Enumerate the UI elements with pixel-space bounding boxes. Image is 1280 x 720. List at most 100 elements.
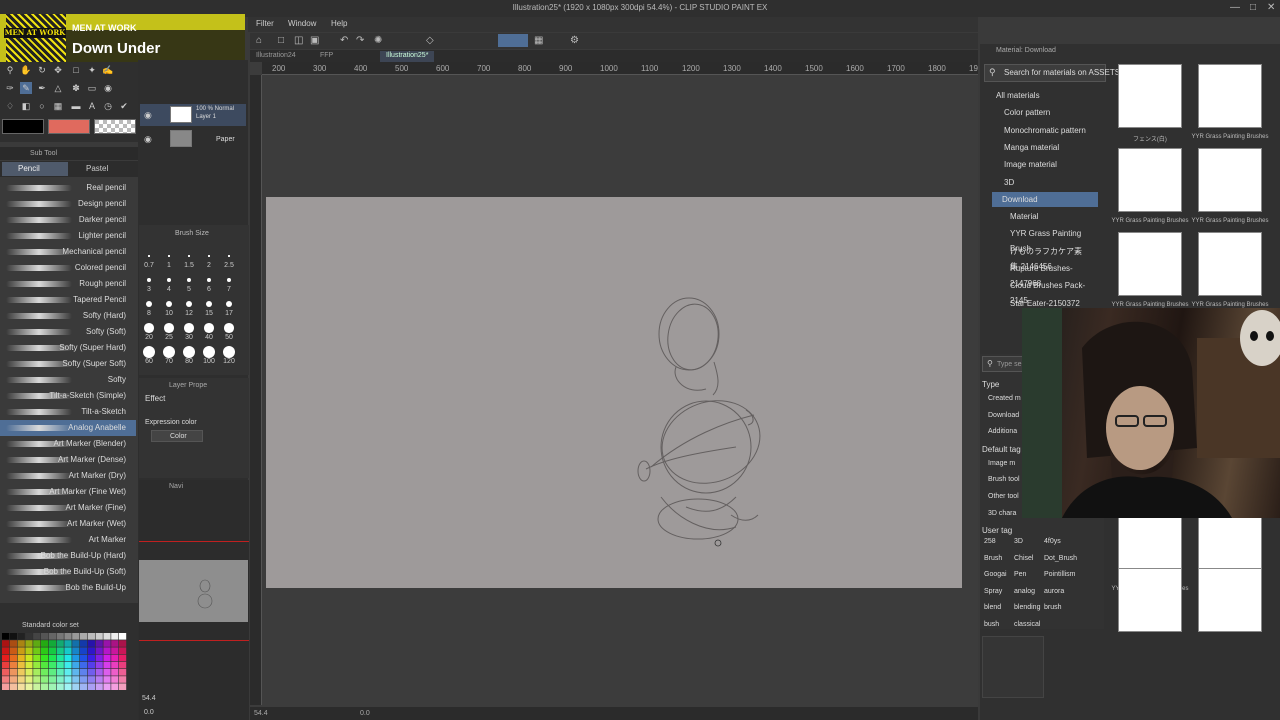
color-swatch[interactable] [9, 661, 17, 669]
color-swatch[interactable] [80, 676, 88, 683]
material-tree-item[interactable]: けものラフカケア素集-2146456 [1000, 244, 1098, 271]
color-swatch[interactable] [41, 647, 49, 654]
color-swatch[interactable] [103, 640, 111, 647]
brush-item[interactable]: Art Marker [0, 532, 136, 548]
color-swatch[interactable] [87, 647, 95, 654]
color-swatch[interactable] [64, 676, 72, 683]
brush-size-dot[interactable] [188, 255, 190, 257]
save-icon[interactable]: ▣ [310, 35, 319, 46]
brush-size-dot[interactable] [165, 300, 173, 308]
color-swatch[interactable] [64, 647, 72, 654]
brush-size-dot[interactable] [144, 323, 154, 333]
color-swatch[interactable] [103, 647, 111, 654]
user-tag[interactable]: Pointillism [1044, 571, 1076, 578]
color-swatch[interactable] [87, 640, 95, 647]
color-swatch[interactable] [17, 640, 25, 647]
color-swatch[interactable] [119, 654, 127, 662]
brush-size-dot[interactable] [203, 346, 215, 358]
brush-size-dot[interactable] [207, 278, 211, 282]
color-swatch[interactable] [9, 669, 17, 676]
brush-item[interactable]: Lighter pencil [0, 228, 136, 244]
sub-color-swatch[interactable] [48, 119, 90, 134]
color-swatch[interactable] [56, 661, 64, 669]
color-swatch[interactable] [80, 633, 88, 640]
color-swatch[interactable] [111, 683, 119, 690]
color-swatch[interactable] [119, 661, 127, 669]
color-swatch[interactable] [64, 633, 72, 640]
user-tag[interactable]: 3D [1014, 538, 1023, 545]
brush-size-dot[interactable] [208, 255, 210, 257]
brush-item[interactable]: Softy (Hard) [0, 308, 136, 324]
color-swatch[interactable] [103, 683, 111, 690]
color-swatch[interactable] [64, 683, 72, 690]
color-swatch[interactable] [87, 669, 95, 676]
color-swatch[interactable] [95, 683, 103, 690]
brush-item[interactable]: Softy (Super Soft) [0, 356, 136, 372]
color-swatch[interactable] [41, 683, 49, 690]
figure-tool-icon[interactable]: ○ [36, 100, 48, 112]
brush-size-dot[interactable] [187, 278, 191, 282]
user-tag[interactable]: aurora [1044, 588, 1064, 595]
color-swatch[interactable] [64, 669, 72, 676]
color-swatch[interactable] [119, 669, 127, 676]
minimize-icon[interactable]: — [1230, 2, 1240, 13]
navigator-preview[interactable] [139, 560, 248, 622]
new-file-icon[interactable]: □ [278, 35, 284, 46]
brush-size-dot[interactable] [228, 255, 230, 257]
color-swatch[interactable] [103, 661, 111, 669]
color-swatch[interactable] [103, 669, 111, 676]
color-swatch[interactable] [48, 633, 56, 640]
color-swatch[interactable] [80, 647, 88, 654]
color-swatch[interactable] [56, 633, 64, 640]
color-swatch[interactable] [111, 669, 119, 676]
user-tag[interactable]: Chisel [1014, 555, 1033, 562]
brush-size-dot[interactable] [167, 278, 171, 282]
brush-item[interactable]: Tapered Pencil [0, 292, 136, 308]
menu-filter[interactable]: Filter [256, 19, 274, 28]
zoom-tool-icon[interactable]: ⚲ [4, 64, 16, 76]
eye-icon[interactable]: ◉ [144, 134, 152, 145]
material-thumbnail[interactable] [1118, 148, 1182, 212]
canvas-paper[interactable] [266, 197, 962, 588]
color-swatch[interactable] [2, 683, 10, 690]
color-swatch[interactable] [17, 669, 25, 676]
material-tree-item[interactable]: 3D [994, 175, 1098, 190]
color-swatch[interactable] [48, 661, 56, 669]
color-swatch[interactable] [80, 683, 88, 690]
status-rotation[interactable]: 0.0 [360, 710, 370, 717]
close-icon[interactable]: ✕ [1267, 2, 1275, 13]
color-swatch[interactable] [17, 676, 25, 683]
brush-item[interactable]: Tilt-a-Sketch [0, 404, 136, 420]
color-swatch[interactable] [33, 640, 41, 647]
snap-ruler-icon[interactable] [498, 34, 528, 47]
color-swatch[interactable] [2, 633, 10, 640]
color-swatch[interactable] [9, 640, 17, 647]
settings-icon[interactable]: ⚙ [570, 35, 579, 46]
color-swatch[interactable] [64, 661, 72, 669]
brush-size-dot[interactable] [227, 278, 231, 282]
color-swatch[interactable] [64, 640, 72, 647]
color-swatch[interactable] [103, 633, 111, 640]
color-swatch[interactable] [80, 654, 88, 662]
color-swatch[interactable] [41, 640, 49, 647]
color-swatch[interactable] [33, 669, 41, 676]
color-swatch[interactable] [87, 633, 95, 640]
maximize-icon[interactable]: □ [1250, 2, 1256, 13]
user-tag[interactable]: 258 [984, 538, 996, 545]
color-swatch[interactable] [9, 683, 17, 690]
tag-3d-chara[interactable]: 3D chara [988, 510, 1016, 517]
brush-item[interactable]: Art Marker (Blender) [0, 436, 136, 452]
color-swatch[interactable] [2, 669, 10, 676]
brush-size-dot[interactable] [147, 278, 151, 282]
color-swatch[interactable] [17, 654, 25, 662]
frame-tool-icon[interactable]: ▦ [52, 100, 64, 112]
color-swatch[interactable] [111, 661, 119, 669]
brush-item[interactable]: Softy [0, 372, 136, 388]
tab-pencil[interactable]: Pencil [2, 162, 68, 176]
material-tree-item[interactable]: Color pattern [994, 105, 1098, 120]
material-tree-item[interactable]: YYR Grass Painting Brush [1000, 226, 1098, 253]
color-set-title[interactable]: Standard color set [22, 622, 79, 629]
color-swatch[interactable] [41, 654, 49, 662]
deselect-icon[interactable]: ◇ [426, 35, 434, 46]
color-swatch[interactable] [72, 654, 80, 662]
